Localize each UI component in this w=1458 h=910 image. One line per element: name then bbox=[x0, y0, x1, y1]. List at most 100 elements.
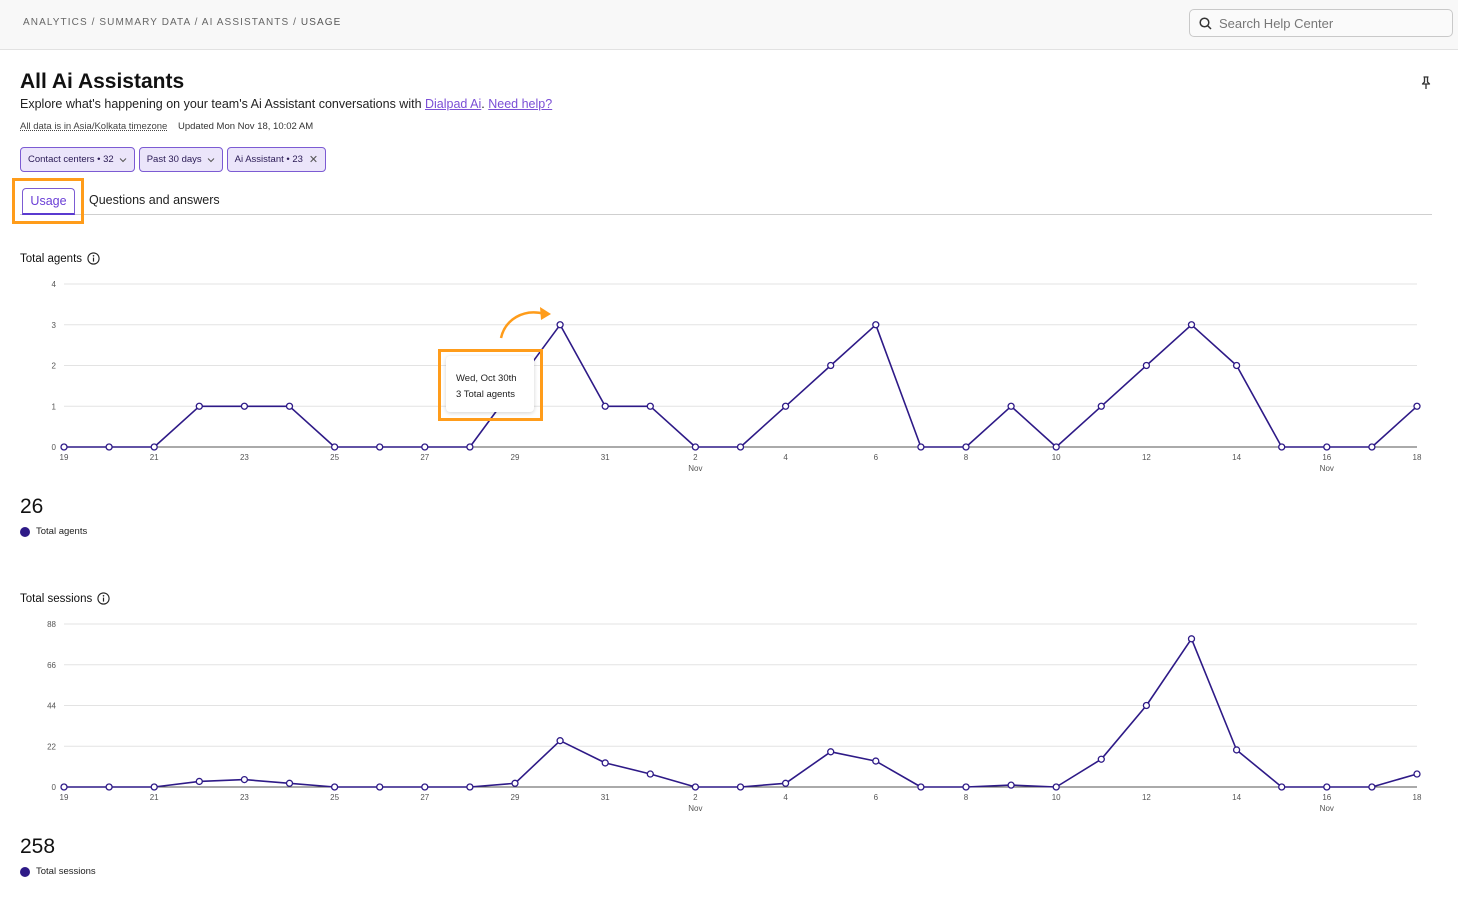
data-point bbox=[556, 321, 564, 329]
x-tick-label: 18 bbox=[1413, 793, 1422, 802]
y-tick-label: 1 bbox=[52, 402, 57, 411]
x-tick-label: 25 bbox=[330, 793, 339, 802]
x-tick-label: 10 bbox=[1052, 453, 1061, 462]
x-tick-label: 6 bbox=[874, 793, 879, 802]
x-tick-label: 16 bbox=[1322, 793, 1331, 802]
x-tick-label: 29 bbox=[511, 453, 520, 462]
legend-label: Total agents bbox=[36, 526, 88, 537]
tab-questions-and-answers[interactable]: Questions and answers bbox=[89, 188, 220, 215]
total-sessions-value: 258 bbox=[20, 835, 56, 858]
data-point bbox=[195, 777, 203, 786]
y-tick-label: 88 bbox=[47, 620, 56, 629]
x-tick-label: 19 bbox=[60, 453, 69, 462]
top-bar: ANALYTICS / SUMMARY DATA / AI ASSISTANTS… bbox=[0, 0, 1458, 50]
y-tick-label: 44 bbox=[47, 702, 56, 711]
x-tick-label: 4 bbox=[783, 793, 788, 802]
x-tick-label: 6 bbox=[874, 453, 879, 462]
total-agents-title: Total agents bbox=[20, 252, 100, 265]
total-agents-value: 26 bbox=[20, 495, 44, 518]
data-point bbox=[1278, 783, 1286, 791]
data-point bbox=[376, 783, 384, 791]
data-point bbox=[962, 783, 970, 791]
breadcrumb-current: USAGE bbox=[300, 17, 342, 28]
data-point bbox=[1007, 781, 1015, 789]
x-tick-label: 4 bbox=[783, 453, 788, 462]
chart-tooltip: Wed, Oct 30th 3 Total agents bbox=[446, 356, 534, 412]
data-point bbox=[60, 783, 68, 791]
data-point bbox=[962, 443, 970, 451]
info-icon[interactable] bbox=[97, 592, 110, 605]
info-icon[interactable] bbox=[87, 252, 100, 265]
legend-swatch bbox=[20, 866, 30, 877]
x-month-label: Nov bbox=[1320, 464, 1334, 473]
need-help-link[interactable]: Need help? bbox=[488, 97, 552, 111]
data-point bbox=[330, 783, 339, 791]
search-input[interactable] bbox=[1219, 14, 1444, 33]
data-point bbox=[150, 783, 158, 791]
data-point bbox=[240, 402, 249, 410]
subtitle-text: Explore what's happening on your team's … bbox=[20, 97, 425, 111]
y-tick-label: 4 bbox=[52, 280, 57, 289]
total-sessions-chart: 0 22 44 66 88 19 21 23 25 27 29 31 2 Nov 4 6 8 10 12 14 16 No… bbox=[47, 620, 1422, 813]
data-point bbox=[1323, 783, 1331, 791]
data-point bbox=[1142, 701, 1151, 710]
pin-icon[interactable] bbox=[1418, 75, 1434, 91]
updated-timestamp: Updated Mon Nov 18, 10:02 AM bbox=[177, 121, 314, 132]
x-tick-label: 23 bbox=[240, 453, 249, 462]
data-point bbox=[1007, 402, 1015, 410]
x-tick-label: 10 bbox=[1052, 793, 1061, 802]
data-point bbox=[601, 402, 609, 410]
x-tick-label: 23 bbox=[240, 793, 249, 802]
tooltip-date: Wed, Oct 30th bbox=[456, 373, 517, 384]
tab-usage[interactable]: Usage bbox=[22, 188, 75, 215]
x-tick-label: 8 bbox=[964, 793, 969, 802]
data-point bbox=[1052, 783, 1060, 791]
data-point bbox=[105, 443, 113, 451]
filter-label: Past 30 days bbox=[146, 154, 202, 165]
data-point bbox=[1413, 402, 1421, 410]
series-line bbox=[64, 323, 1418, 448]
filter-ai-assistant[interactable]: Ai Assistant • 23 ✕ bbox=[226, 147, 327, 172]
data-point bbox=[646, 770, 654, 778]
chevron-down-icon bbox=[119, 157, 127, 162]
data-point bbox=[466, 783, 474, 791]
x-tick-label: 16 bbox=[1322, 453, 1331, 462]
filter-label: Ai Assistant • 23 bbox=[234, 154, 303, 165]
timezone-note[interactable]: All data is in Asia/Kolkata timezone bbox=[20, 121, 167, 132]
data-point bbox=[285, 402, 294, 410]
x-tick-label: 21 bbox=[150, 453, 159, 462]
chart-title: Total agents bbox=[20, 252, 83, 265]
data-point bbox=[1413, 770, 1421, 778]
data-point bbox=[1278, 443, 1286, 451]
data-point bbox=[1142, 361, 1151, 370]
dialpad-ai-link[interactable]: Dialpad Ai bbox=[425, 97, 481, 111]
data-point bbox=[691, 783, 700, 791]
x-tick-label: 25 bbox=[330, 453, 339, 462]
data-point bbox=[150, 443, 158, 451]
breadcrumb: ANALYTICS / SUMMARY DATA / AI ASSISTANTS… bbox=[23, 17, 341, 28]
search-box[interactable] bbox=[1189, 9, 1453, 37]
data-point bbox=[376, 443, 384, 451]
legend-label: Total sessions bbox=[36, 866, 96, 877]
total-sessions-legend: Total sessions bbox=[20, 866, 96, 877]
y-tick-label: 22 bbox=[47, 742, 56, 751]
data-point bbox=[691, 443, 700, 451]
filter-contact-centers[interactable]: Contact centers • 32 bbox=[20, 147, 135, 172]
filter-date-range[interactable]: Past 30 days bbox=[138, 147, 223, 172]
close-icon[interactable]: ✕ bbox=[309, 153, 318, 166]
data-point bbox=[1097, 755, 1105, 763]
breadcrumb-path[interactable]: ANALYTICS / SUMMARY DATA / AI ASSISTANTS… bbox=[23, 17, 301, 28]
data-point bbox=[827, 748, 835, 756]
x-month-label: Nov bbox=[1320, 804, 1334, 813]
x-tick-label: 12 bbox=[1142, 453, 1151, 462]
filter-bar: Contact centers • 32 Past 30 days Ai Ass… bbox=[20, 147, 327, 172]
y-tick-label: 66 bbox=[47, 661, 56, 670]
search-icon bbox=[1199, 17, 1212, 30]
total-agents-legend: Total agents bbox=[20, 526, 87, 537]
data-point bbox=[827, 361, 835, 370]
chart-title: Total sessions bbox=[20, 592, 93, 605]
data-point bbox=[1232, 361, 1241, 370]
data-point bbox=[240, 775, 249, 784]
data-point bbox=[601, 759, 609, 767]
data-point bbox=[872, 757, 880, 765]
